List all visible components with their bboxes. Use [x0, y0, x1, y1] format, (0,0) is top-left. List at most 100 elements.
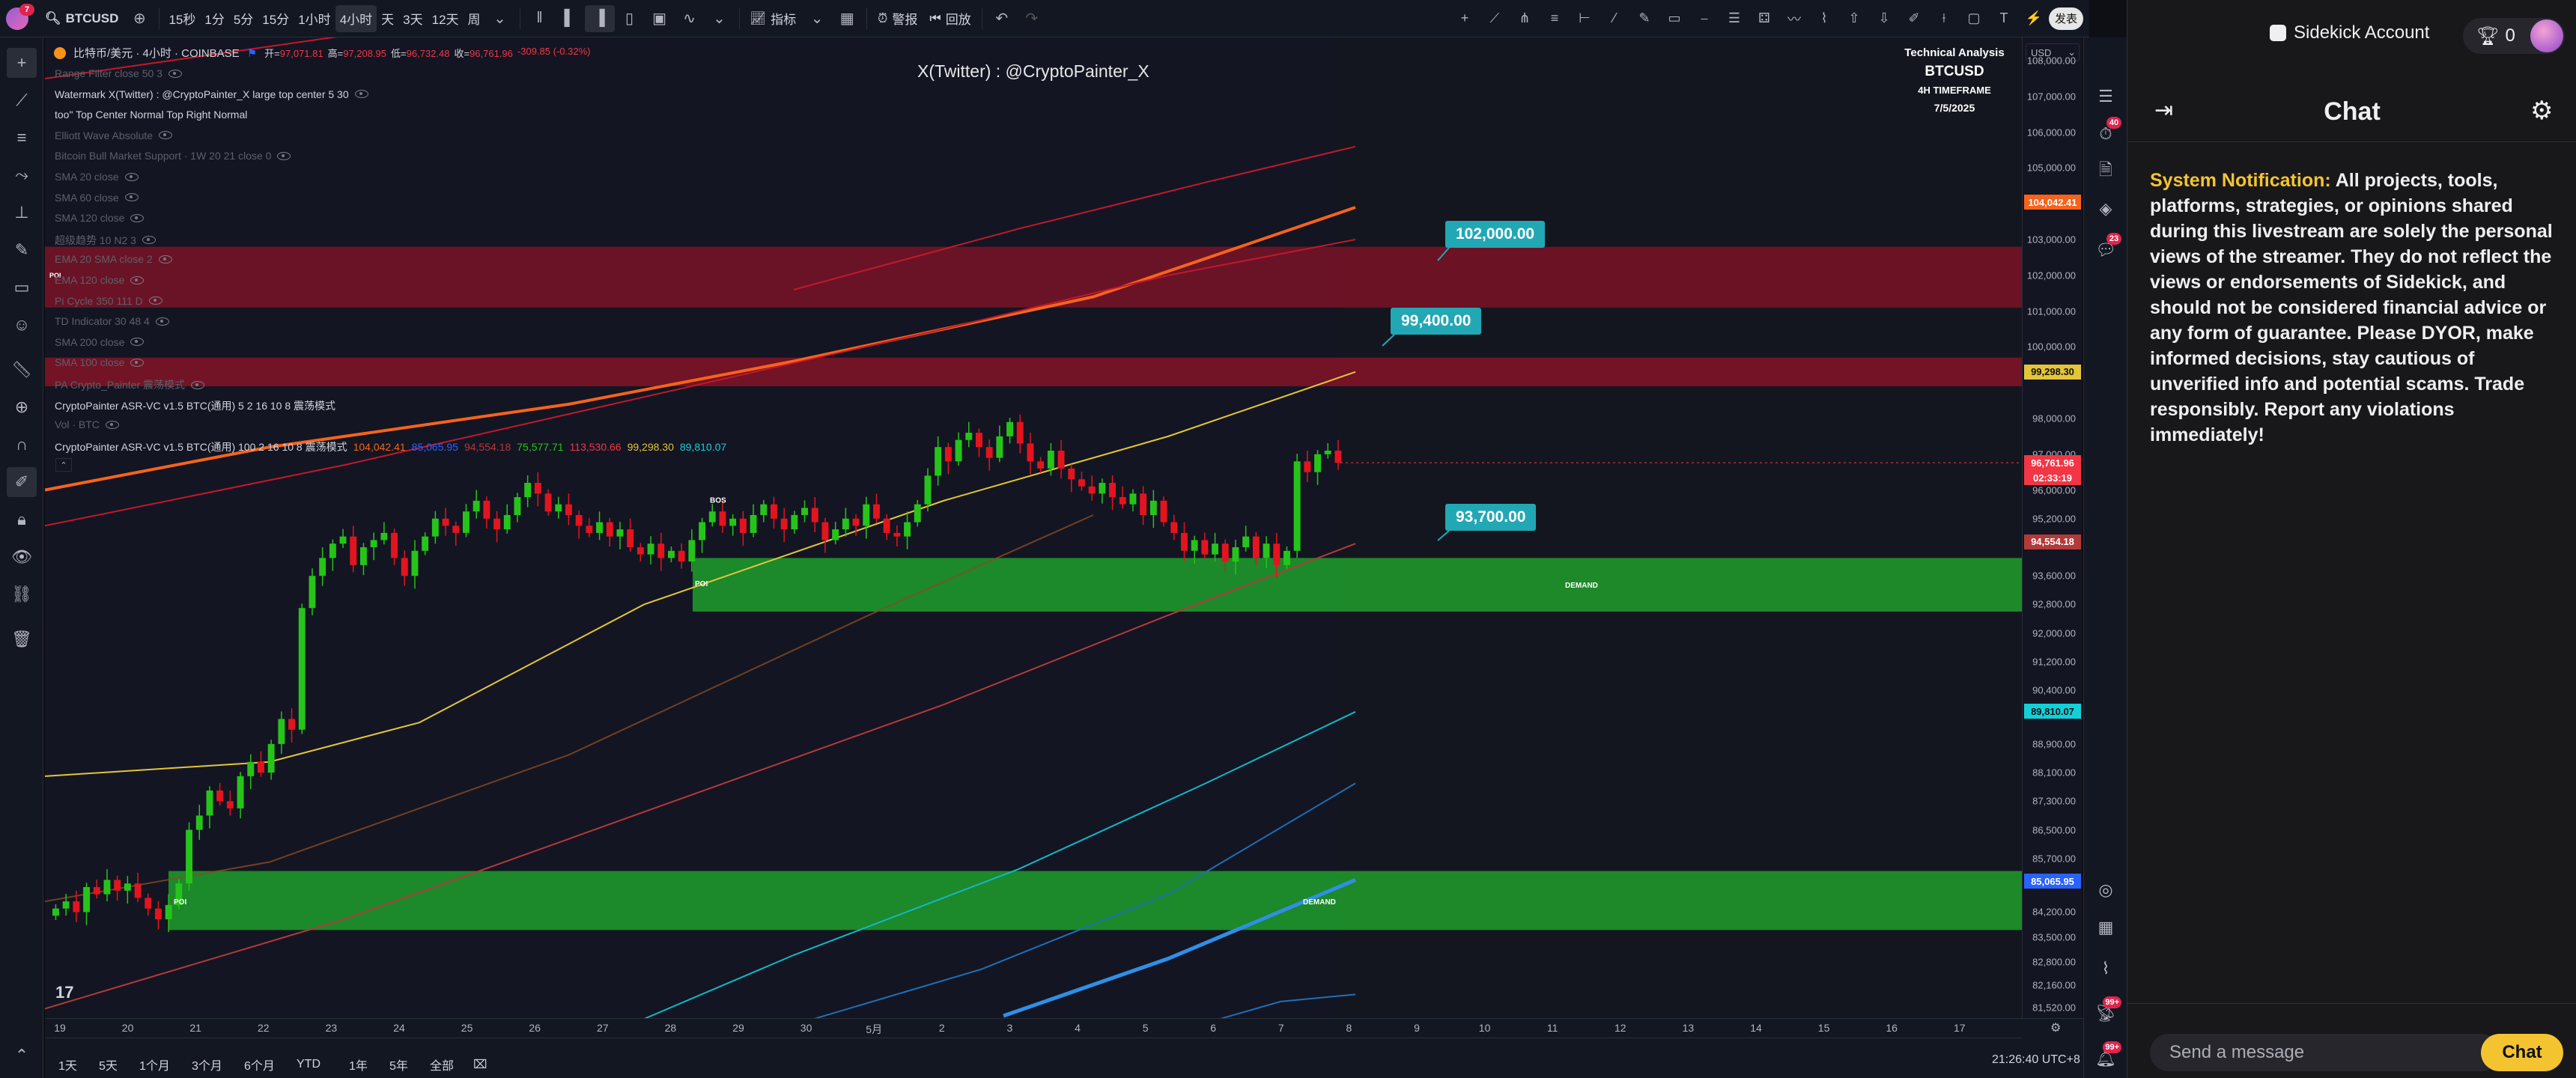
legend-item[interactable]: EMA 120 close: [55, 274, 145, 286]
trend-line-icon[interactable]: ⟋: [7, 85, 37, 115]
chart-pane[interactable]: DEMAND DEMAND POI POI BOS POI 比特币/美元 · 4小时 · …: [45, 37, 2022, 1018]
renko-icon[interactable]: ▣: [645, 5, 675, 32]
range-1[interactable]: 5天: [99, 1056, 118, 1074]
legend-item[interactable]: TD Indicator 30 48 4: [55, 315, 169, 327]
trend-line-icon[interactable]: ⟋: [1480, 5, 1510, 32]
legend-item[interactable]: Watermark X(Twitter) : @CryptoPainter_X …: [55, 88, 368, 100]
crosshair-icon[interactable]: +: [7, 48, 37, 78]
target-icon[interactable]: ◎: [2092, 876, 2120, 904]
range-6[interactable]: 1年: [349, 1056, 368, 1074]
eye-icon[interactable]: [354, 90, 368, 99]
candle-chart-icon[interactable]: ▌: [555, 5, 585, 32]
interval-3[interactable]: 15分: [258, 5, 294, 32]
eye-icon[interactable]: [130, 213, 145, 222]
eye-icon[interactable]: [159, 131, 172, 140]
interval-5[interactable]: 4小时: [335, 4, 377, 32]
alert-button[interactable]: ⏰︎ 警报: [872, 5, 923, 32]
templates-icon[interactable]: ▦: [832, 5, 862, 32]
layers-icon[interactable]: ◈: [2092, 195, 2120, 223]
arrow-down-icon[interactable]: ⇩: [1869, 5, 1899, 32]
pencil-icon[interactable]: ✎: [1629, 5, 1659, 32]
interval-1[interactable]: 1分: [200, 5, 228, 32]
auto-scale-icon[interactable]: ⚙: [2050, 1020, 2061, 1035]
legend-item[interactable]: Elliott Wave Absolute: [55, 130, 172, 141]
eye-icon[interactable]: [168, 69, 182, 78]
eye-icon[interactable]: [105, 420, 119, 429]
eye-icon[interactable]: [191, 380, 205, 389]
eye-icon[interactable]: [130, 358, 145, 367]
brush-icon[interactable]: ✎: [7, 235, 37, 265]
pattern-icon[interactable]: ⤳: [7, 160, 37, 190]
message-input[interactable]: Send a message: [2150, 1034, 2500, 1071]
legend-item[interactable]: too" Top Center Normal Top Right Normal: [55, 109, 247, 121]
bar-chart-icon[interactable]: ‖: [525, 5, 555, 32]
callout-icon[interactable]: ▢: [1959, 5, 1989, 32]
legend-item[interactable]: SMA 60 close: [55, 192, 139, 204]
parallel-channel-icon[interactable]: ≡: [1540, 5, 1570, 32]
range-0[interactable]: 1天: [58, 1056, 77, 1074]
text-icon[interactable]: T: [1989, 5, 2019, 32]
magnet-icon[interactable]: ∩: [7, 430, 37, 460]
eye-icon[interactable]: [124, 172, 139, 181]
indicators-button[interactable]: 📈︎ 指标: [744, 5, 803, 32]
gann-icon[interactable]: ⚃: [1749, 5, 1779, 32]
notifications-icon[interactable]: 🔔︎ 99+: [2092, 1041, 2121, 1073]
pattern-icon[interactable]: ⌇: [1809, 5, 1839, 32]
alerts-icon[interactable]: ⏱︎ 40: [2092, 117, 2121, 148]
eye-icon[interactable]: [124, 193, 139, 202]
chart-ideas-icon[interactable]: ⌇: [2092, 954, 2120, 983]
chat-icon[interactable]: 💬︎ 23: [2092, 233, 2121, 264]
legend-item[interactable]: PA Crypto_Painter 震荡模式: [55, 377, 205, 392]
add-compare-icon[interactable]: ⊕: [124, 5, 154, 32]
hollow-candle-icon[interactable]: ▐: [584, 4, 615, 32]
legend-item[interactable]: CryptoPainter ASR-VC v1.5 BTC(通用) 100 2 …: [55, 439, 726, 454]
legend-item[interactable]: 超级趋势 10 N2 3: [55, 233, 156, 248]
interval-0[interactable]: 15秒: [164, 5, 200, 32]
horizontal-line-icon[interactable]: ⎯: [1689, 5, 1719, 32]
time-axis[interactable]: 19 20 21 22 23 24 25 26 27 28 29 30 5月 2 3 4 5 6 7 8 9 10 11 12…: [45, 1019, 2061, 1038]
legend-item[interactable]: SMA 200 close: [55, 336, 145, 348]
callout-102000[interactable]: 102,000.00: [1445, 221, 1546, 248]
avatar-menu[interactable]: 7: [0, 3, 39, 32]
range-8[interactable]: 全部: [430, 1056, 454, 1074]
lock-tools-icon[interactable]: ✐: [7, 467, 37, 497]
callout-93700[interactable]: 93,700.00: [1445, 504, 1537, 531]
replay-button[interactable]: ⏮︎ 回放: [923, 5, 976, 32]
legend-item[interactable]: Vol · BTC: [55, 418, 119, 430]
calendar-icon[interactable]: ▦: [2092, 913, 2120, 942]
annotation-icon[interactable]: ▭: [7, 272, 37, 302]
legend-collapse-icon[interactable]: ⌃: [55, 458, 72, 472]
callout-99400[interactable]: 99,400.00: [1391, 308, 1482, 335]
legend-item[interactable]: Pi Cycle 350 111 D: [55, 295, 162, 307]
interval-7[interactable]: 3天: [398, 5, 427, 32]
eye-icon[interactable]: 👁︎: [7, 542, 37, 572]
collapse-toolbar-icon[interactable]: ⌃: [7, 1041, 37, 1071]
range-2[interactable]: 1个月: [139, 1056, 170, 1074]
eye-icon[interactable]: [130, 338, 145, 347]
trash-icon[interactable]: 🗑︎: [7, 624, 37, 654]
rectangle-icon[interactable]: ▭: [1659, 5, 1689, 32]
range-3[interactable]: 3个月: [192, 1056, 222, 1074]
news-icon[interactable]: 🗎︎: [2092, 157, 2120, 186]
arrow-up-icon[interactable]: ⇧: [1839, 5, 1869, 32]
interval-2[interactable]: 5分: [229, 5, 258, 32]
eye-icon[interactable]: [155, 317, 169, 326]
prediction-icon[interactable]: ⊥: [7, 198, 37, 228]
range-5[interactable]: YTD: [297, 1058, 321, 1071]
chevron-down-icon[interactable]: ⌄: [705, 5, 735, 32]
price-scale[interactable]: USD ⌄ 108,000.00 107,000.00 106,000.00 105,…: [2022, 37, 2082, 1018]
smile-icon[interactable]: ☺: [7, 310, 37, 340]
interval-9[interactable]: 周: [464, 5, 485, 32]
line-chart-icon[interactable]: ∿: [675, 5, 705, 32]
settings-icon[interactable]: ⚙: [2530, 96, 2553, 126]
eye-icon[interactable]: [142, 236, 156, 245]
zoom-in-icon[interactable]: ⊕: [7, 392, 37, 422]
brush-icon[interactable]: ⁄: [1600, 5, 1629, 32]
chevron-down-icon[interactable]: ⌄: [802, 5, 832, 32]
range-icon[interactable]: ⊢: [1570, 5, 1600, 32]
fork-icon[interactable]: ⋔: [1510, 5, 1540, 32]
range-4[interactable]: 6个月: [244, 1056, 275, 1074]
interval-6[interactable]: 天: [377, 5, 398, 32]
legend-item[interactable]: SMA 120 close: [55, 212, 145, 224]
pen-icon[interactable]: ✐: [1899, 5, 1929, 32]
